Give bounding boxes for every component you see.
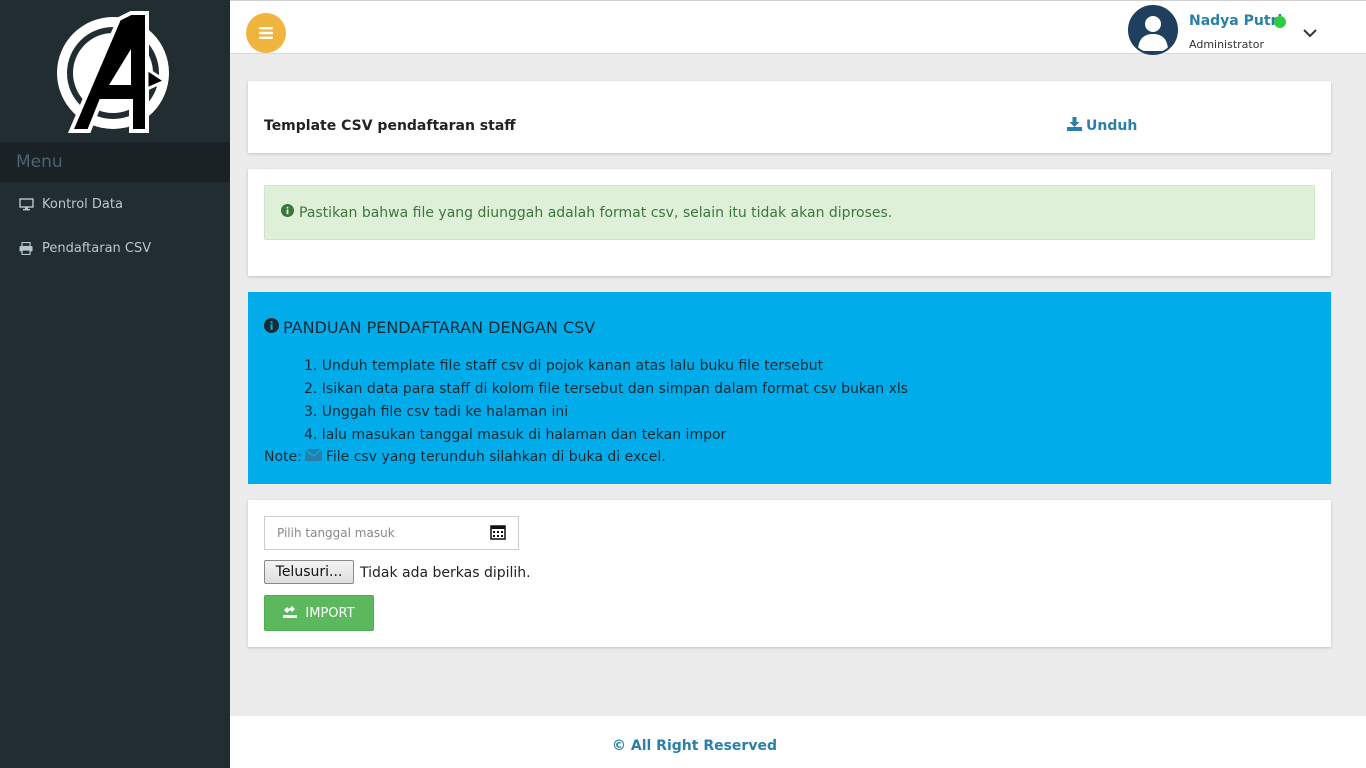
date-picker-input[interactable]: Pilih tanggal masuk	[264, 516, 519, 550]
download-link[interactable]: Unduh	[1067, 117, 1137, 135]
info-circle-icon	[264, 318, 283, 337]
user-role: Administrator	[1189, 38, 1264, 51]
hamburger-menu-button[interactable]	[246, 13, 286, 53]
download-label: Unduh	[1086, 118, 1138, 134]
guide-step: 3. Unggah file csv tadi ke halaman ini	[304, 404, 569, 420]
note-label: Note:	[264, 449, 302, 465]
menu-header: Menu	[0, 142, 230, 182]
guide-note: Note: File csv yang terunduh silahkan di…	[264, 448, 666, 465]
guide-step: 2. Isikan data para staff di kolom file …	[304, 381, 909, 397]
guide-steps: 1. Unduh template file staff csv di pojo…	[304, 357, 908, 449]
sidebar-item-label: Kontrol Data	[42, 196, 123, 212]
user-name[interactable]: Nadya Putri	[1189, 13, 1282, 29]
calendar-icon[interactable]	[490, 524, 506, 543]
sidebar: Menu Kontrol Data Pendaftaran CSV	[0, 0, 230, 768]
avengers-logo-icon[interactable]	[0, 0, 230, 142]
template-panel: Template CSV pendaftaran staff Unduh	[248, 81, 1331, 153]
template-title: Template CSV pendaftaran staff	[264, 118, 516, 134]
date-placeholder: Pilih tanggal masuk	[277, 526, 395, 540]
monitor-icon	[18, 197, 34, 211]
guide-step: 4. lalu masukan tanggal masuk di halaman…	[304, 427, 727, 443]
envelope-icon	[302, 448, 326, 465]
guide-title-text: PANDUAN PENDAFTARAN DENGAN CSV	[283, 318, 596, 337]
alert-text: Pastikan bahwa file yang diunggah adalah…	[299, 204, 893, 221]
note-text: File csv yang terunduh silahkan di buka …	[325, 449, 666, 465]
file-status-text: Tidak ada berkas dipilih.	[360, 565, 531, 581]
printer-icon	[18, 241, 34, 255]
import-form-panel: Pilih tanggal masuk Telusuri... Tidak ad…	[248, 500, 1331, 647]
chevron-down-icon[interactable]	[1302, 23, 1318, 42]
user-menu[interactable]: Nadya Putri Administrator	[1126, 1, 1366, 55]
browse-file-button[interactable]: Telusuri...	[264, 560, 354, 584]
guide-title: PANDUAN PENDAFTARAN DENGAN CSV	[264, 318, 595, 337]
avatar[interactable]	[1128, 5, 1178, 55]
info-circle-icon	[281, 204, 299, 221]
guide-step: 1. Unduh template file staff csv di pojo…	[304, 358, 824, 374]
alert-panel: Pastikan bahwa file yang diunggah adalah…	[248, 169, 1331, 276]
online-status-icon	[1274, 16, 1286, 28]
footer-text: © All Right Reserved	[612, 738, 777, 754]
download-icon	[1067, 117, 1086, 135]
sidebar-item-kontrol-data[interactable]: Kontrol Data	[0, 182, 230, 226]
footer: © All Right Reserved	[230, 716, 1366, 768]
success-alert: Pastikan bahwa file yang diunggah adalah…	[264, 185, 1315, 240]
import-label: IMPORT	[305, 605, 355, 621]
sidebar-item-pendaftaran-csv[interactable]: Pendaftaran CSV	[0, 226, 230, 270]
sidebar-item-label: Pendaftaran CSV	[42, 240, 152, 256]
import-icon	[283, 604, 305, 622]
hamburger-icon	[259, 24, 273, 43]
top-navbar: Nadya Putri Administrator	[230, 0, 1366, 55]
import-button[interactable]: IMPORT	[264, 595, 374, 631]
guide-panel: PANDUAN PENDAFTARAN DENGAN CSV 1. Unduh …	[248, 292, 1331, 484]
